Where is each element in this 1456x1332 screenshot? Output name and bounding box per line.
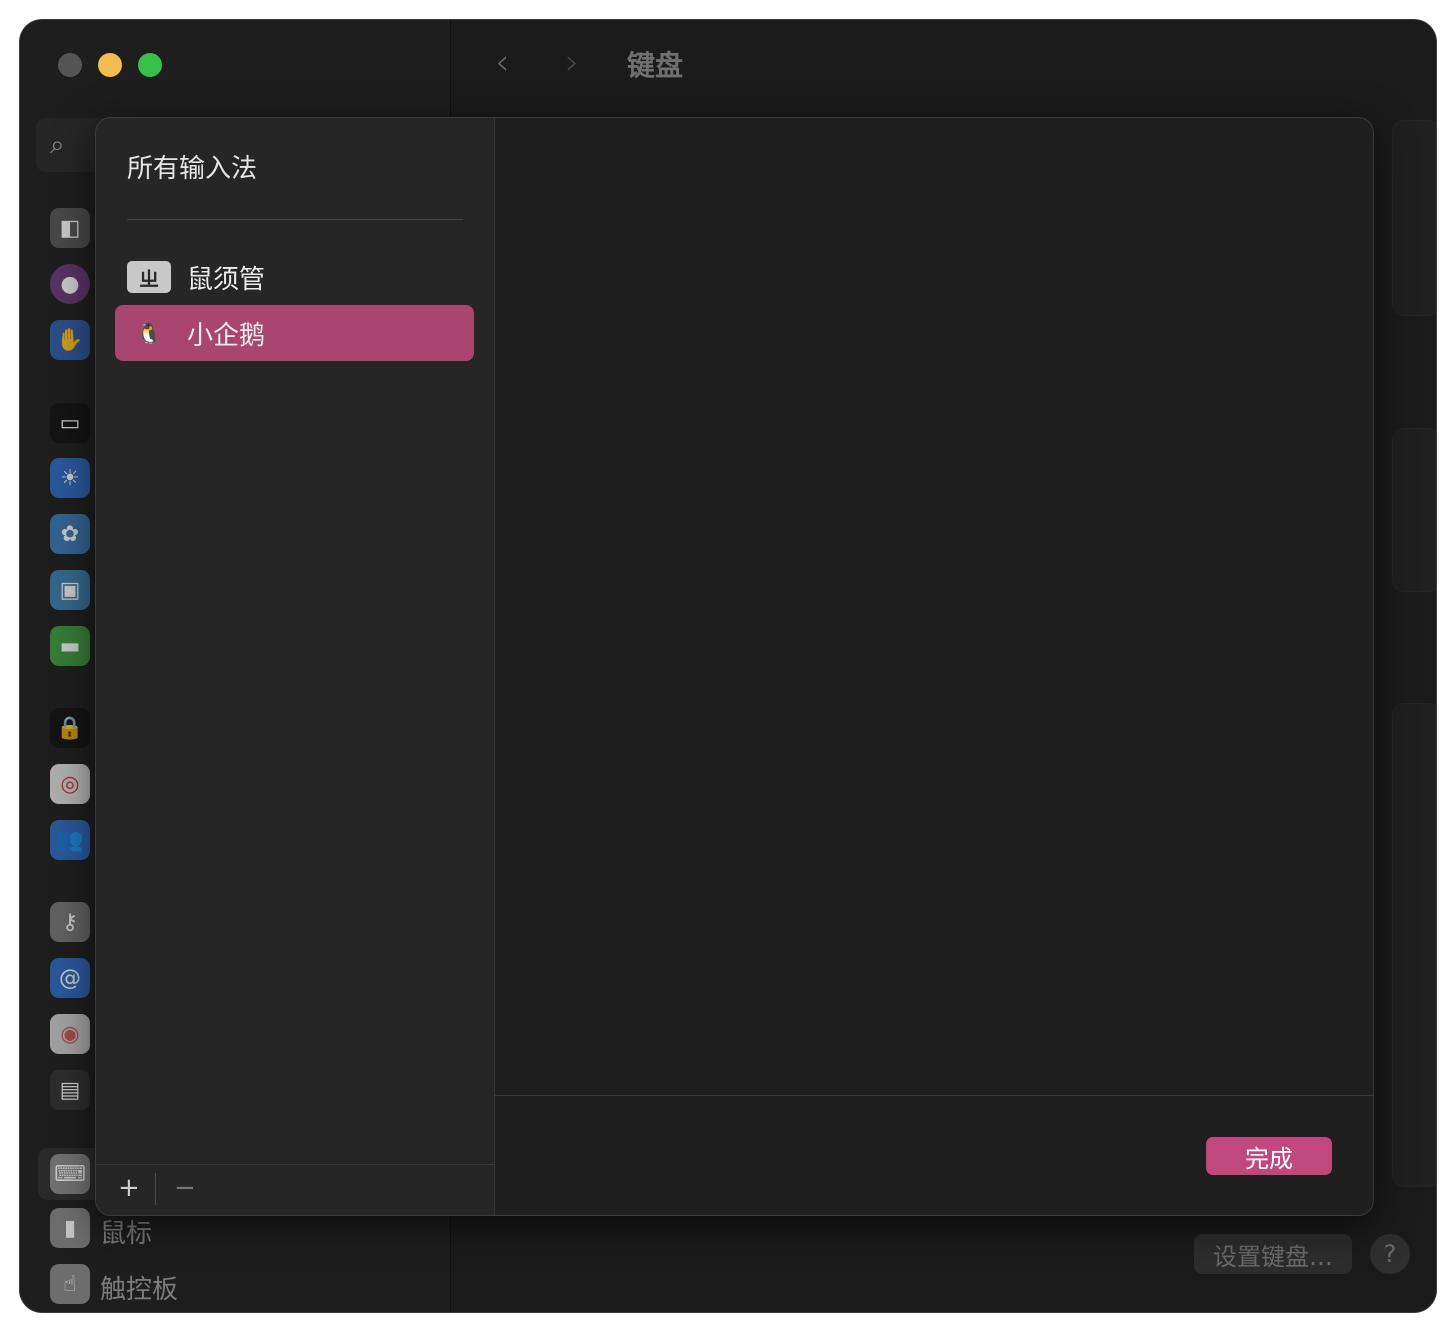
touch-id-icon[interactable]: ◎ [50, 764, 90, 804]
input-method-item-fcitx[interactable]: 🐧 小企鹅 [115, 305, 474, 361]
displays-icon[interactable]: ☀ [50, 458, 90, 498]
lock-screen-icon[interactable]: 🔒 [50, 708, 90, 748]
forward-icon[interactable]: › [565, 42, 579, 83]
background-card [1392, 120, 1436, 316]
squirrel-icon: ㄓ [127, 261, 171, 293]
keyboard-icon: ⌨ [50, 1154, 90, 1194]
desktop-dock-icon[interactable]: ▭ [50, 403, 90, 443]
passwords-key-icon[interactable]: ⚷ [50, 902, 90, 942]
background-card [1392, 428, 1436, 592]
list-title: 所有输入法 [127, 154, 258, 184]
minimize-window-button[interactable] [98, 53, 122, 77]
privacy-hand-icon[interactable]: ✋ [50, 320, 90, 360]
input-methods-sheet: 所有输入法 ㄓ 鼠须管 🐧 小企鹅 + − 完成 [95, 117, 1374, 1216]
input-method-list-pane: 所有输入法 ㄓ 鼠须管 🐧 小企鹅 + − [96, 118, 495, 1215]
divider [495, 1095, 1373, 1096]
users-groups-icon[interactable]: 👥 [50, 820, 90, 860]
sidebar-item-trackpad[interactable]: 触控板 [100, 1269, 178, 1306]
back-icon[interactable]: ‹ [495, 42, 509, 83]
siri-icon[interactable]: ● [50, 264, 90, 304]
list-item-label: 小企鹅 [187, 320, 266, 351]
battery-icon[interactable]: ▬ [50, 626, 90, 666]
mouse-icon: ▮ [50, 1208, 90, 1248]
divider [155, 1173, 156, 1205]
input-method-item-squirrel[interactable]: ㄓ 鼠须管 [115, 249, 474, 305]
input-method-detail-pane: 完成 [495, 118, 1373, 1215]
sidebar-item-mouse[interactable]: 鼠标 [100, 1213, 152, 1250]
background-card [1392, 703, 1436, 1187]
page-title: 键盘 [627, 49, 684, 82]
list-footer: + − [96, 1164, 494, 1215]
wallet-icon[interactable]: ▤ [50, 1070, 90, 1110]
wallpaper-icon[interactable]: ▣ [50, 570, 90, 610]
add-button[interactable]: + [118, 1173, 140, 1203]
setup-keyboard-button[interactable]: 设置键盘… [1194, 1234, 1352, 1274]
remove-button[interactable]: − [174, 1173, 196, 1203]
search-icon: ⌕ [50, 130, 65, 160]
screen-saver-icon[interactable]: ✿ [50, 514, 90, 554]
trackpad-icon: ☝ [50, 1264, 90, 1304]
zoom-window-button[interactable] [138, 53, 162, 77]
internet-accounts-icon[interactable]: @ [50, 958, 90, 998]
penguin-icon: 🐧 [136, 321, 162, 345]
divider [127, 219, 463, 220]
list-item-label: 鼠须管 [187, 264, 266, 295]
close-window-button[interactable] [58, 53, 82, 77]
done-button[interactable]: 完成 [1206, 1137, 1332, 1175]
control-center-icon[interactable]: ◧ [50, 208, 90, 248]
help-button[interactable]: ? [1370, 1234, 1410, 1274]
game-center-icon[interactable]: ◉ [50, 1014, 90, 1054]
